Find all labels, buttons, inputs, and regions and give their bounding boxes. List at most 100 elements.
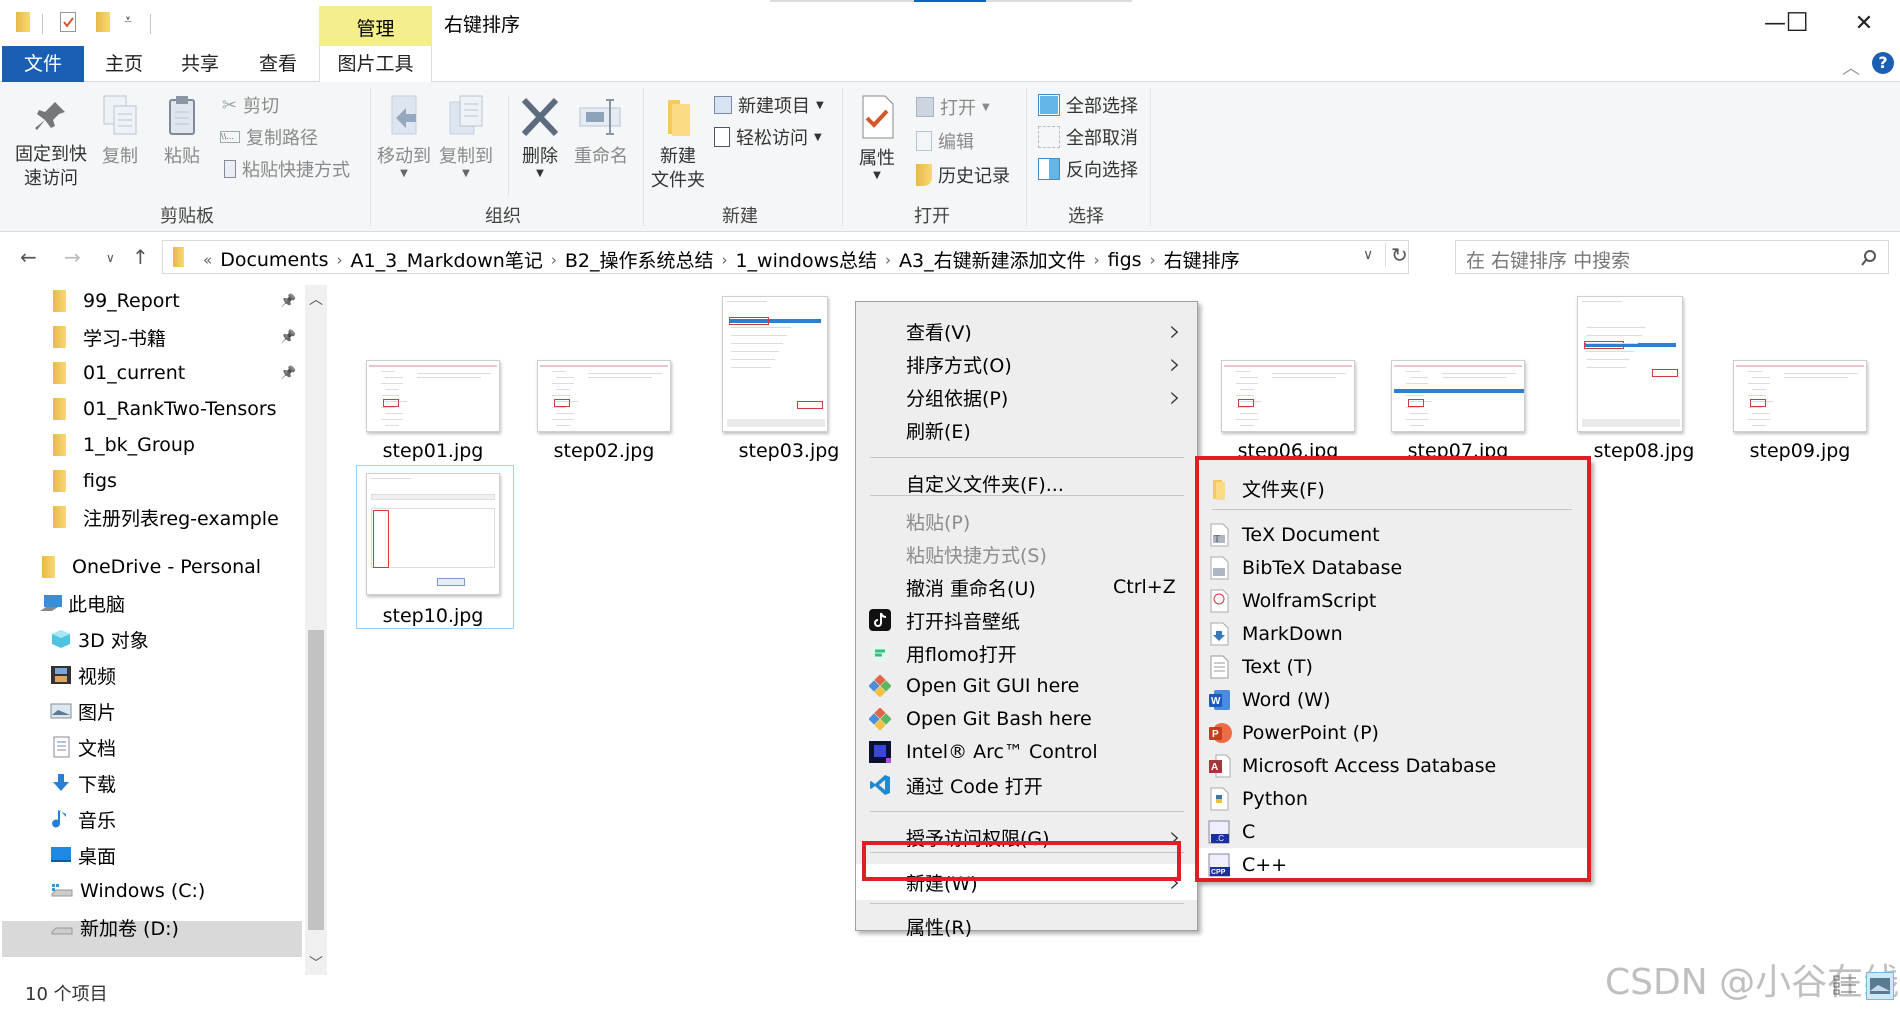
- sidebar-item-pc[interactable]: 下载: [50, 767, 116, 799]
- tab-home[interactable]: 主页: [96, 46, 152, 82]
- qat-dropdown-icon[interactable]: ⩡: [124, 12, 132, 28]
- context-menu-item[interactable]: Open Git GUI here: [856, 670, 1197, 702]
- large-icons-view-button[interactable]: [1866, 972, 1894, 1000]
- sidebar-item-quick-access[interactable]: 注册列表reg-example: [53, 501, 343, 533]
- pin-icon[interactable]: 📌: [280, 330, 296, 345]
- breadcrumb-chevron-icon[interactable]: ›: [721, 251, 727, 269]
- breadcrumb-chevron-icon[interactable]: ›: [885, 251, 891, 269]
- scroll-down-icon[interactable]: ﹀: [309, 953, 323, 973]
- scrollbar-thumb[interactable]: [308, 630, 324, 930]
- invert-selection-button[interactable]: 反向选择: [1038, 156, 1138, 182]
- breadcrumb-item[interactable]: A1_3_Markdown笔记: [351, 246, 543, 273]
- address-bar[interactable]: « Documents › A1_3_Markdown笔记 › B2_操作系统总结 › 1_…: [162, 240, 1409, 274]
- up-arrow-icon[interactable]: ↑: [132, 245, 149, 269]
- sidebar-item-pc[interactable]: 新加卷 (D:): [50, 911, 179, 943]
- context-menu-item[interactable]: Open Git Bash here: [856, 703, 1197, 735]
- refresh-icon[interactable]: ↻: [1385, 243, 1408, 267]
- context-menu-item[interactable]: 打开抖音壁纸: [856, 604, 1197, 636]
- select-none-button[interactable]: 全部取消: [1038, 124, 1138, 150]
- context-menu-item[interactable]: 通过 Code 打开: [856, 769, 1197, 801]
- recent-locations-icon[interactable]: ∨: [106, 251, 115, 265]
- breadcrumb-item[interactable]: Documents: [220, 249, 328, 271]
- breadcrumb-chevron-icon[interactable]: ›: [551, 251, 557, 269]
- pin-icon[interactable]: 📌: [280, 294, 296, 309]
- file-item[interactable]: step10.jpg: [355, 285, 511, 627]
- delete-button[interactable]: 删除 ▼: [516, 96, 564, 179]
- maximize-button[interactable]: ☐: [1766, 0, 1828, 46]
- breadcrumb-chevron-icon[interactable]: ›: [1094, 251, 1100, 269]
- context-menu-item[interactable]: 用flomo打开: [856, 637, 1197, 669]
- back-arrow-icon[interactable]: ←: [20, 245, 37, 269]
- pin-icon[interactable]: 📌: [280, 366, 296, 381]
- copy-button[interactable]: 复制: [98, 94, 142, 169]
- sidebar-item-pc[interactable]: 3D 对象: [50, 623, 149, 655]
- sidebar-item-quick-access[interactable]: 01_current 📌: [53, 357, 343, 389]
- context-menu-item[interactable]: 撤消 重命名(U) Ctrl+Z: [856, 571, 1197, 603]
- breadcrumb-chevron-icon[interactable]: ›: [337, 251, 343, 269]
- tab-share[interactable]: 共享: [172, 46, 228, 82]
- paste-shortcut-button[interactable]: 粘贴快捷方式: [224, 156, 350, 182]
- open-button[interactable]: 打开 ▼: [916, 94, 990, 120]
- context-menu-item[interactable]: 刷新(E): [856, 414, 1197, 446]
- context-menu-item[interactable]: 粘贴快捷方式(S): [856, 538, 1197, 570]
- context-menu-item[interactable]: Intel® Arc™ Control: [856, 736, 1197, 768]
- context-menu-item[interactable]: 排序方式(O) ›: [856, 347, 1197, 382]
- sidebar-item-quick-access[interactable]: 学习-书籍 📌: [53, 321, 343, 353]
- edit-button[interactable]: 编辑: [916, 128, 974, 154]
- sidebar-item-onedrive[interactable]: OneDrive - Personal: [42, 551, 261, 583]
- sidebar-item-quick-access[interactable]: 1_bk_Group: [53, 429, 343, 461]
- tab-file[interactable]: 文件: [2, 46, 84, 82]
- tab-manage[interactable]: 管理: [319, 6, 432, 46]
- navigation-pane-scrollbar[interactable]: ︿ ﹀: [305, 285, 327, 975]
- properties-button[interactable]: 属性 ▼: [852, 94, 902, 181]
- tab-picture-tools[interactable]: 图片工具: [319, 46, 432, 82]
- paste-button[interactable]: 粘贴: [160, 94, 204, 169]
- breadcrumb-item[interactable]: 右键排序: [1164, 246, 1240, 273]
- file-item[interactable]: step03.jpg: [711, 285, 867, 625]
- rename-button[interactable]: 重命名: [570, 96, 632, 169]
- tab-view[interactable]: 查看: [250, 46, 306, 82]
- breadcrumb-chevron-icon[interactable]: ›: [1150, 251, 1156, 269]
- search-box[interactable]: 在 右键排序 中搜索: [1455, 240, 1889, 274]
- forward-arrow-icon[interactable]: →: [64, 245, 81, 269]
- sidebar-item-this-pc[interactable]: 此电脑: [40, 587, 125, 619]
- new-folder-qat-icon[interactable]: [96, 12, 110, 32]
- copy-path-button[interactable]: \\... 复制路径: [220, 124, 318, 150]
- close-button[interactable]: ✕: [1833, 0, 1895, 46]
- breadcrumb-item[interactable]: 1_windows总结: [735, 246, 877, 273]
- sidebar-item-pc[interactable]: 图片: [50, 695, 116, 727]
- copy-to-button[interactable]: 复制到 ▼: [438, 94, 494, 179]
- sidebar-item-pc[interactable]: 文档: [50, 731, 116, 763]
- select-all-button[interactable]: 全部选择: [1038, 92, 1138, 118]
- sidebar-item-pc[interactable]: 桌面: [50, 839, 116, 871]
- help-icon[interactable]: ?: [1872, 52, 1894, 74]
- address-dropdown-icon[interactable]: ∨: [1363, 247, 1373, 263]
- breadcrumb-item[interactable]: B2_操作系统总结: [565, 246, 714, 273]
- search-icon[interactable]: [1860, 249, 1878, 267]
- move-to-button[interactable]: 移动到 ▼: [376, 94, 432, 179]
- new-item-button[interactable]: 新建项目 ▼: [714, 92, 824, 118]
- sidebar-item-quick-access[interactable]: figs: [53, 465, 343, 497]
- context-menu-item[interactable]: 粘贴(P): [856, 505, 1197, 537]
- pin-quick-access-button[interactable]: 固定到快 速访问: [12, 96, 90, 191]
- breadcrumb-item[interactable]: A3_右键新建添加文件: [899, 246, 1086, 273]
- context-menu-item[interactable]: 查看(V) ›: [856, 314, 1197, 349]
- sidebar-item-pc[interactable]: 视频: [50, 659, 116, 691]
- context-menu-item[interactable]: 分组依据(P) ›: [856, 380, 1197, 415]
- sidebar-item-pc[interactable]: Windows (C:): [50, 875, 205, 907]
- scroll-up-icon[interactable]: ︿: [309, 289, 323, 309]
- easy-access-button[interactable]: 轻松访问 ▼: [714, 124, 822, 150]
- file-item[interactable]: step02.jpg: [526, 285, 682, 625]
- properties-qat-icon[interactable]: [60, 12, 76, 32]
- sidebar-item-quick-access[interactable]: 99_Report 📌: [53, 285, 343, 317]
- sidebar-item-pc[interactable]: 音乐: [50, 803, 116, 835]
- details-view-button[interactable]: [1832, 972, 1860, 1000]
- context-menu-item[interactable]: 属性(R): [856, 910, 1197, 942]
- history-button[interactable]: 历史记录: [916, 162, 1010, 188]
- file-item[interactable]: step09.jpg: [1722, 285, 1878, 625]
- new-folder-button[interactable]: 新建 文件夹: [648, 96, 708, 193]
- collapse-ribbon-icon[interactable]: ︿: [1842, 54, 1860, 80]
- cut-button[interactable]: ✂ 剪切: [222, 92, 279, 118]
- breadcrumb-overflow[interactable]: «: [203, 251, 212, 269]
- sidebar-item-quick-access[interactable]: 01_RankTwo-Tensors: [53, 393, 343, 425]
